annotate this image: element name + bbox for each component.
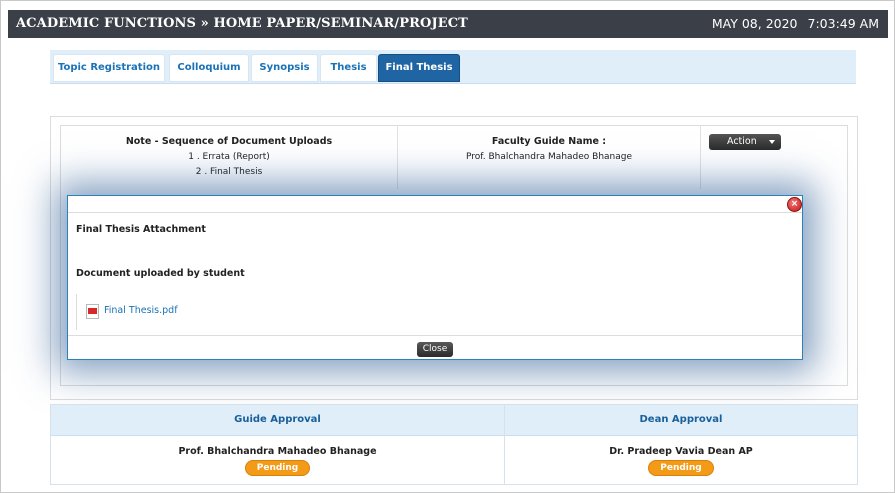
current-time: 7:03:49 AM (807, 16, 880, 31)
guide-name: Prof. Bhalchandra Mahadeo Bhanage (465, 152, 633, 162)
tab-colloquium[interactable]: Colloquium (169, 54, 249, 82)
approval-table: Guide Approval Dean Approval Prof. Bhalc… (50, 404, 858, 485)
guide-approver-name: Prof. Bhalchandra Mahadeo Bhanage (178, 446, 377, 457)
attachment-modal: × Final Thesis Attachment Document uploa… (67, 195, 803, 360)
guide-approval-cell: Prof. Bhalchandra Mahadeo Bhanage Pendin… (51, 436, 504, 484)
close-button[interactable]: Close (417, 342, 453, 357)
tab-synopsis[interactable]: Synopsis (251, 54, 318, 82)
current-date: MAY 08, 2020 (711, 16, 798, 31)
note-item: 1 . Errata (Report) (188, 152, 270, 162)
dean-approver-name: Dr. Pradeep Vavia Dean AP (609, 446, 753, 457)
page-title: ACADEMIC FUNCTIONS » HOME PAPER/SEMINAR/… (16, 16, 468, 31)
caret-down-icon (769, 140, 775, 144)
attachment-link[interactable]: Final Thesis.pdf (104, 305, 178, 316)
status-badge: Pending (648, 460, 714, 476)
pdf-file-icon (86, 304, 99, 319)
datetime-display: MAY 08, 2020 7:03:49 AM (706, 16, 879, 31)
tab-topic-registration[interactable]: Topic Registration (53, 54, 165, 82)
tab-bar: Topic Registration Colloquium Synopsis T… (50, 50, 856, 84)
note-item: 2 . Final Thesis (195, 167, 263, 177)
tab-thesis[interactable]: Thesis (320, 54, 377, 82)
dean-approval-header: Dean Approval (505, 405, 857, 436)
divider (68, 212, 802, 213)
modal-subtitle: Document uploaded by student (76, 268, 245, 279)
note-title: Note - Sequence of Document Uploads (125, 136, 333, 147)
close-icon[interactable]: × (787, 197, 802, 212)
guide-approval-header: Guide Approval (51, 405, 504, 436)
action-dropdown-button[interactable]: Action (709, 134, 781, 150)
tab-final-thesis[interactable]: Final Thesis (378, 54, 460, 82)
divider (68, 335, 802, 336)
status-badge: Pending (244, 460, 311, 476)
faculty-guide-info: Faculty Guide Name : Prof. Bhalchandra M… (398, 126, 701, 189)
page-header: ACADEMIC FUNCTIONS » HOME PAPER/SEMINAR/… (8, 10, 888, 38)
modal-title: Final Thesis Attachment (76, 224, 206, 235)
attachment-list: Final Thesis.pdf (76, 294, 794, 330)
upload-sequence-note: Note - Sequence of Document Uploads 1 . … (61, 126, 398, 189)
action-label: Action (727, 136, 757, 147)
dean-approval-cell: Dr. Pradeep Vavia Dean AP Pending (505, 436, 857, 484)
guide-label: Faculty Guide Name : (491, 136, 607, 147)
